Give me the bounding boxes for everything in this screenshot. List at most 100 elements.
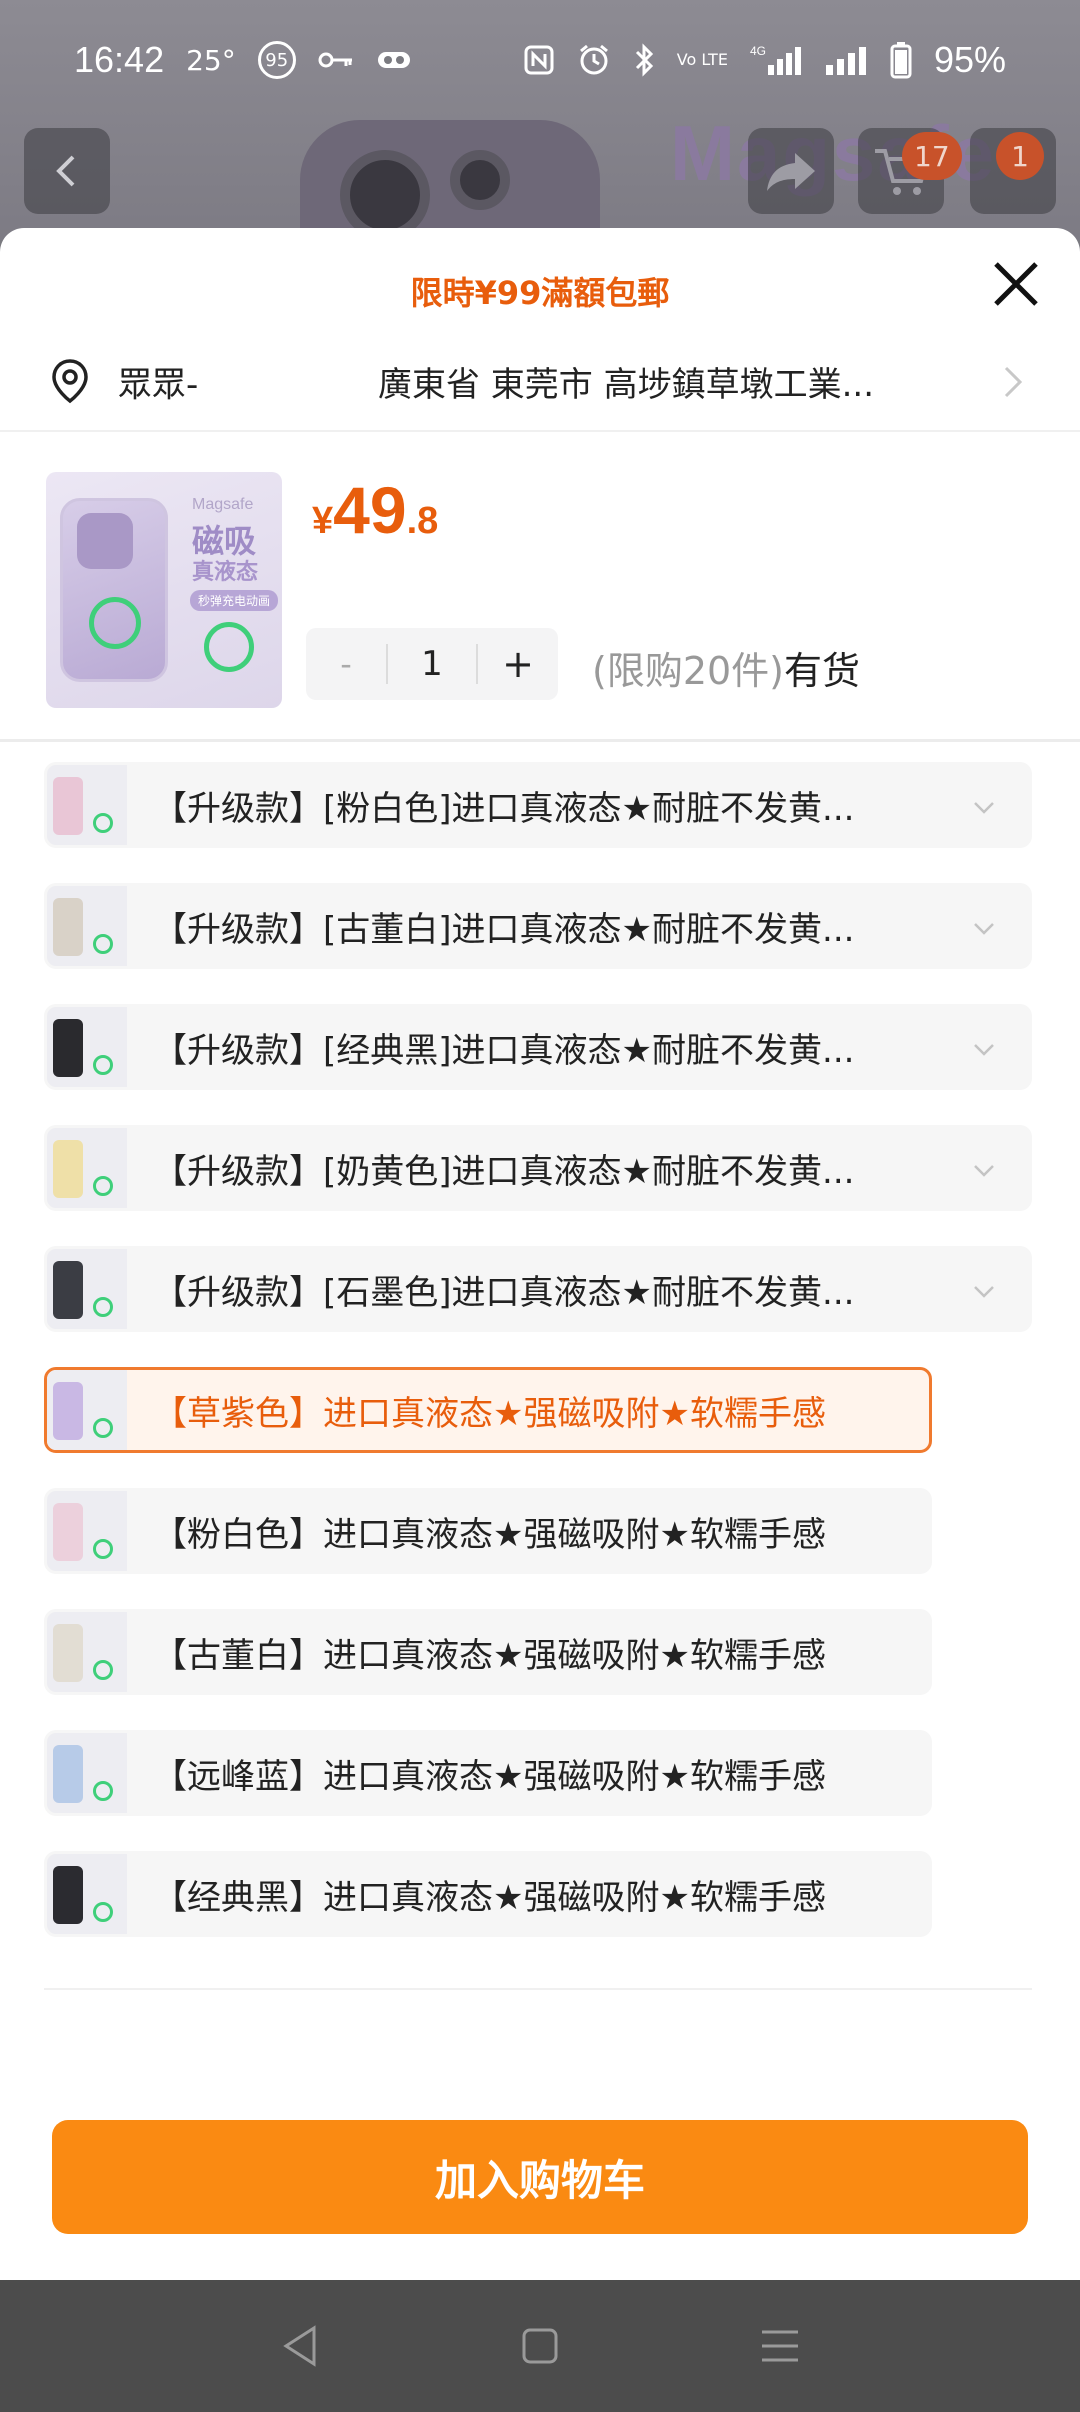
cart-count-badge: 17 xyxy=(902,132,962,180)
chevron-down-icon[interactable] xyxy=(969,914,999,944)
variant-option[interactable]: 【草紫色】进口真液态★强磁吸附★软糯手感 xyxy=(44,1367,932,1453)
variant-label: 【升级款】[粉白色]进口真液态★耐脏不发黄... xyxy=(153,788,855,829)
add-to-cart-button[interactable]: 加入购物车 xyxy=(52,2120,1028,2234)
variant-thumbnail xyxy=(47,1370,127,1450)
back-button[interactable] xyxy=(24,128,110,214)
variant-label: 【粉白色】进口真液态★强磁吸附★软糯手感 xyxy=(153,1514,826,1555)
variant-thumbnail xyxy=(47,1128,127,1208)
share-button[interactable] xyxy=(748,128,834,214)
triangle-back-icon xyxy=(283,2325,316,2367)
system-nav-bar xyxy=(0,2280,1080,2412)
status-time: 16:42 xyxy=(74,39,165,80)
variant-thumbnail xyxy=(47,1491,127,1571)
thumb-brand: Magsafe xyxy=(192,496,254,513)
svg-text:4G: 4G xyxy=(750,44,766,58)
camera-lens-icon xyxy=(340,150,430,240)
chevron-down-icon[interactable] xyxy=(969,1156,999,1186)
background-product-image xyxy=(300,120,600,240)
chevron-down-icon[interactable] xyxy=(969,1277,999,1307)
nfc-icon xyxy=(524,45,554,75)
chevron-right-icon xyxy=(1004,366,1023,398)
variant-label: 【古董白】进口真液态★强磁吸附★软糯手感 xyxy=(153,1635,826,1676)
close-icon[interactable] xyxy=(988,256,1044,312)
phone-case-image xyxy=(53,1745,83,1803)
phone-case-image xyxy=(53,1866,83,1924)
variant-option[interactable]: 【升级款】[经典黑]进口真液态★耐脏不发黄... xyxy=(44,1004,1032,1090)
product-thumbnail[interactable]: Magsafe 磁吸 真液态 秒弹充电动画 xyxy=(46,472,282,708)
charging-icon xyxy=(93,1660,113,1680)
variant-option[interactable]: 【粉白色】进口真液态★强磁吸附★软糯手感 xyxy=(44,1488,932,1574)
vpn-icon xyxy=(377,52,410,68)
product-summary: Magsafe 磁吸 真液态 秒弹充电动画 ¥ 49 .8 - 1 + (限购2… xyxy=(0,432,1080,742)
variant-option[interactable]: 【古董白】进口真液态★强磁吸附★软糯手感 xyxy=(44,1609,932,1695)
location-pin-icon xyxy=(52,359,88,404)
phone-case-image xyxy=(53,777,83,835)
phone-case-image xyxy=(53,1261,83,1319)
nav-back-button[interactable] xyxy=(270,2316,330,2376)
alarm-icon xyxy=(579,44,608,75)
key-icon xyxy=(318,52,352,68)
phone-case-image xyxy=(53,1140,83,1198)
status-temperature: 25° xyxy=(186,43,236,77)
variant-option[interactable]: 【升级款】[古董白]进口真液态★耐脏不发黄... xyxy=(44,883,1032,969)
bluetooth-icon xyxy=(635,43,653,77)
address-row[interactable]: 眾眾- 廣東省 東莞市 高埗鎮草墩工業... xyxy=(0,332,1080,432)
variant-option[interactable]: 【升级款】[石墨色]进口真液态★耐脏不发黄... xyxy=(44,1246,1032,1332)
variant-option[interactable]: 【升级款】[奶黄色]进口真液态★耐脏不发黄... xyxy=(44,1125,1032,1211)
charging-icon xyxy=(93,1055,113,1075)
signal-4g-icon: 4G xyxy=(750,44,801,75)
purchase-limit: (限购20件) 有货 xyxy=(592,640,860,695)
quantity-value[interactable]: 1 xyxy=(386,644,478,684)
thumb-tag: 秒弹充电动画 xyxy=(190,590,279,611)
sku-selection-sheet: 限時¥99滿額包郵 眾眾- 廣東省 東莞市 高埗鎮草墩工業... Magsafe… xyxy=(0,228,1080,2280)
charging-icon xyxy=(93,1902,113,1922)
variant-option[interactable]: 【远峰蓝】进口真液态★强磁吸附★软糯手感 xyxy=(44,1730,932,1816)
message-count-badge: 1 xyxy=(996,132,1044,180)
chevron-left-icon xyxy=(56,155,75,187)
variant-thumbnail xyxy=(47,1007,127,1087)
battery-percent: 95% xyxy=(933,39,1006,80)
menu-icon xyxy=(762,2330,798,2362)
increment-button[interactable]: + xyxy=(478,642,558,686)
variant-label: 【升级款】[石墨色]进口真液态★耐脏不发黄... xyxy=(153,1272,855,1313)
variant-thumbnail xyxy=(47,765,127,845)
address-recipient: 眾眾- xyxy=(118,364,199,405)
price-integer: 49 xyxy=(333,473,407,547)
variant-label: 【经典黑】进口真液态★强磁吸附★软糯手感 xyxy=(153,1877,826,1918)
chevron-down-icon[interactable] xyxy=(969,793,999,823)
variant-label: 【升级款】[经典黑]进口真液态★耐脏不发黄... xyxy=(153,1030,855,1071)
limit-text: (限购20件) xyxy=(592,649,785,693)
variant-thumbnail xyxy=(47,1612,127,1692)
divider xyxy=(44,1988,1032,1990)
phone-case-image xyxy=(53,1019,83,1077)
phone-case-image xyxy=(53,1382,83,1440)
charging-icon xyxy=(93,1297,113,1317)
variant-thumbnail xyxy=(47,1733,127,1813)
battery-icon xyxy=(890,42,912,79)
charging-icon xyxy=(93,934,113,954)
variant-option[interactable]: 【经典黑】进口真液态★强磁吸附★软糯手感 xyxy=(44,1851,932,1937)
price-decimal: .8 xyxy=(406,500,439,542)
charging-icon xyxy=(93,1539,113,1559)
stock-status: 有货 xyxy=(784,649,861,693)
charging-icon xyxy=(93,1781,113,1801)
price-currency: ¥ xyxy=(312,500,334,542)
signal-icon xyxy=(825,47,866,75)
variant-thumbnail xyxy=(47,1249,127,1329)
phone-case-image xyxy=(53,898,83,956)
chevron-down-icon[interactable] xyxy=(969,1035,999,1065)
variant-label: 【升级款】[奶黄色]进口真液态★耐脏不发黄... xyxy=(153,1151,855,1192)
promo-banner: 限時¥99滿額包郵 xyxy=(410,274,670,312)
phone-case-image xyxy=(53,1624,83,1682)
decrement-button[interactable]: - xyxy=(306,645,386,683)
variant-label: 【远峰蓝】进口真液态★强磁吸附★软糯手感 xyxy=(153,1756,826,1797)
nav-menu-button[interactable] xyxy=(750,2316,810,2376)
camera-lens-icon xyxy=(450,150,510,210)
variant-option[interactable]: 【升级款】[粉白色]进口真液态★耐脏不发黄... xyxy=(44,762,1032,848)
aqi-icon: 95 xyxy=(257,41,296,79)
nav-home-button[interactable] xyxy=(510,2316,570,2376)
address-detail: 廣東省 東莞市 高埗鎮草墩工業... xyxy=(378,364,875,405)
phone-case-image xyxy=(60,498,168,682)
variant-thumbnail xyxy=(47,1854,127,1934)
charging-icon xyxy=(93,1418,113,1438)
